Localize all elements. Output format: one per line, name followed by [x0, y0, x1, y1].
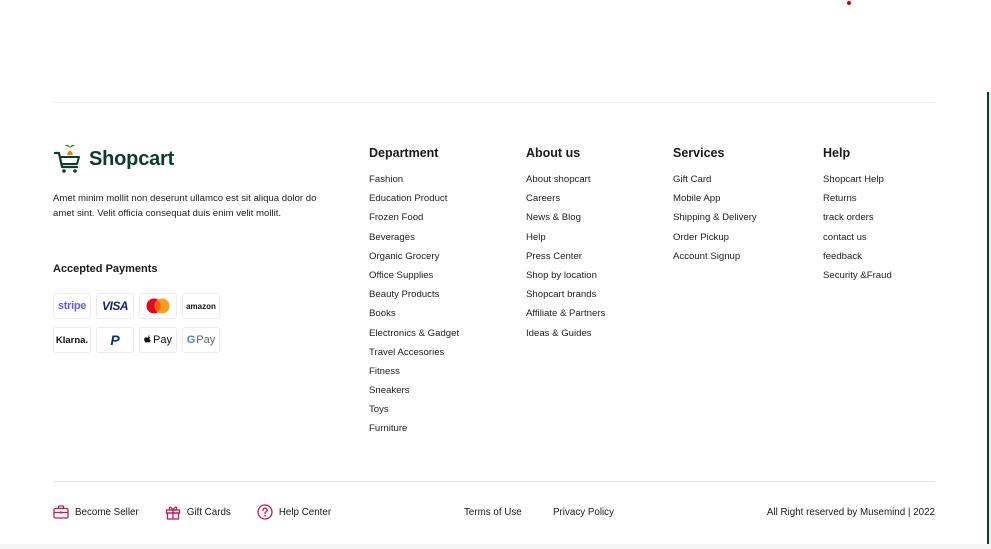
help-link[interactable]: Returns [823, 193, 892, 212]
help-link[interactable]: feedback [823, 251, 892, 270]
services-list: Gift Card Mobile App Shipping & Delivery… [673, 174, 757, 270]
services-link[interactable]: Shipping & Delivery [673, 212, 757, 231]
google-pay-card: G Pay [182, 327, 220, 353]
terms-of-use-link[interactable]: Terms of Use [464, 507, 522, 518]
department-column: Department Fashion Education Product Fro… [369, 145, 459, 443]
department-link[interactable]: Sneakers [369, 385, 459, 404]
about-us-link[interactable]: Shopcart brands [526, 289, 605, 308]
help-title: Help [823, 146, 851, 160]
page-edge-bottom [0, 544, 991, 549]
department-link[interactable]: Books [369, 308, 459, 327]
apple-pay-icon: Pay [144, 334, 172, 346]
notification-dot [847, 1, 851, 5]
about-us-link[interactable]: Affiliate & Partners [526, 308, 605, 327]
google-pay-icon: G Pay [186, 334, 216, 346]
apple-icon [144, 335, 151, 343]
gift-cards-label: Gift Cards [186, 506, 231, 518]
mastercard-card [139, 293, 177, 319]
department-link[interactable]: Toys [369, 404, 459, 423]
privacy-policy-link[interactable]: Privacy Policy [553, 507, 614, 518]
services-link[interactable]: Mobile App [673, 193, 757, 212]
brand-logo-link[interactable]: Shopcart [53, 144, 174, 174]
services-column: Services Gift Card Mobile App Shipping &… [673, 145, 757, 270]
about-us-link[interactable]: Ideas & Guides [526, 328, 605, 347]
department-link[interactable]: Fitness [369, 366, 459, 385]
paypal-card: P [96, 327, 134, 353]
stripe-icon: stripe [57, 300, 87, 312]
site-footer: Shopcart Amet minim mollit non deserunt … [0, 92, 987, 544]
department-link[interactable]: Frozen Food [369, 212, 459, 231]
about-us-link[interactable]: Press Center [526, 251, 605, 270]
department-link[interactable]: Office Supplies [369, 270, 459, 289]
paypal-icon: P [110, 332, 120, 348]
cart-logo-icon [53, 144, 80, 173]
question-circle-icon [257, 504, 273, 520]
klarna-card: Klarna. [53, 327, 91, 353]
help-column: Help Shopcart Help Returns track orders … [823, 145, 892, 289]
about-us-title: About us [526, 146, 581, 160]
stripe-card: stripe [53, 293, 91, 319]
about-us-link[interactable]: Careers [526, 193, 605, 212]
gift-cards-link[interactable]: Gift Cards [165, 505, 231, 520]
about-us-list: About shopcart Careers News & Blog Help … [526, 174, 605, 347]
apple-pay-card: Pay [139, 327, 177, 353]
divider [53, 481, 935, 482]
help-link[interactable]: Shopcart Help [823, 174, 892, 193]
department-link[interactable]: Travel Accesories [369, 347, 459, 366]
department-link[interactable]: Organic Grocery [369, 251, 459, 270]
visa-icon: VISA [101, 299, 129, 313]
gift-icon [165, 506, 180, 520]
become-seller-label: Become Seller [75, 506, 139, 518]
mastercard-icon [146, 298, 170, 314]
department-link[interactable]: Fashion [369, 174, 459, 193]
help-center-label: Help Center [278, 506, 332, 518]
help-link[interactable]: Security &Fraud [823, 270, 892, 289]
department-link[interactable]: Education Product [369, 193, 459, 212]
help-link[interactable]: track orders [823, 212, 892, 231]
services-title: Services [673, 146, 725, 160]
visa-card: VISA [96, 293, 134, 319]
department-link[interactable]: Furniture [369, 423, 459, 442]
department-link[interactable]: Electronics & Gadget [369, 328, 459, 347]
services-link[interactable]: Gift Card [673, 174, 757, 193]
about-us-column: About us About shopcart Careers News & B… [526, 145, 605, 347]
help-link[interactable]: contact us [823, 232, 892, 251]
accepted-payments-title: Accepted Payments [53, 263, 158, 275]
help-list: Shopcart Help Returns track orders conta… [823, 174, 892, 289]
department-title: Department [369, 146, 439, 160]
department-link[interactable]: Beauty Products [369, 289, 459, 308]
become-seller-link[interactable]: Become Seller [53, 505, 139, 519]
about-us-link[interactable]: News & Blog [526, 212, 605, 231]
briefcase-icon [53, 505, 69, 519]
amazon-icon: amazon [186, 301, 216, 311]
services-link[interactable]: Account Signup [673, 251, 757, 270]
about-description: Amet minim mollit non deserunt ullamco e… [53, 193, 317, 219]
amazon-card: amazon [182, 293, 220, 319]
services-link[interactable]: Order Pickup [673, 232, 757, 251]
copyright-text: All Right reserved by Musemind | 2022 [766, 507, 935, 518]
department-list: Fashion Education Product Frozen Food Be… [369, 174, 459, 443]
brand-name: Shopcart [89, 147, 175, 170]
help-center-link[interactable]: Help Center [257, 504, 331, 520]
klarna-icon: Klarna. [55, 334, 89, 346]
payment-methods: stripe VISA amazon Klarna. P Pay G Pay [53, 293, 220, 353]
divider [53, 102, 935, 103]
footer-quick-links: Become Seller Gift Cards Help Center [53, 504, 357, 520]
about-us-link[interactable]: Help [526, 232, 605, 251]
about-us-link[interactable]: About shopcart [526, 174, 605, 193]
about-us-link[interactable]: Shop by location [526, 270, 605, 289]
department-link[interactable]: Beverages [369, 232, 459, 251]
